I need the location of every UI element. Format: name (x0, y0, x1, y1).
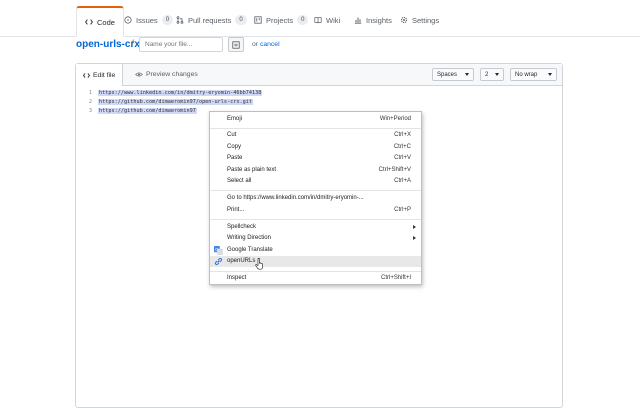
chevron-down-icon (548, 73, 552, 76)
context-menu: Emoji Win+Period Cut Ctrl+X Copy Ctrl+C … (209, 111, 422, 285)
line-number: 1 (88, 89, 92, 96)
filename-input[interactable] (139, 37, 223, 52)
menu-item-shortcut: Ctrl+P (394, 207, 411, 213)
tab-edit-file[interactable]: Edit file (76, 64, 124, 86)
tab-label: Issues (136, 15, 158, 25)
editor-toolbar: Edit file Preview changes Spaces 2 No wr… (76, 64, 562, 86)
menu-item-label: Google Translate (227, 247, 273, 253)
menu-item-openurls[interactable]: openURLs (210, 256, 421, 267)
indent-size-value: 2 (485, 71, 489, 78)
tab-label: Settings (412, 15, 440, 25)
line-number: 2 (88, 98, 92, 105)
menu-item-label: Select all (227, 178, 252, 184)
menu-item-cut[interactable]: Cut Ctrl+X (210, 130, 421, 141)
tab-label: Insights (366, 15, 392, 25)
chevron-down-icon (495, 73, 499, 76)
menu-item-label: Cut (227, 132, 237, 138)
line-text[interactable]: https://github.com/dimaeromin97/open-url… (98, 98, 254, 105)
menu-item-label: Spellcheck (227, 224, 257, 230)
menu-item-emoji[interactable]: Emoji Win+Period (210, 114, 421, 125)
menu-divider (210, 128, 421, 129)
link-icon (214, 257, 223, 266)
menu-item-label: Writing Direction (227, 235, 271, 241)
or-cancel: or cancel (252, 41, 280, 48)
menu-item-go-to[interactable]: Go to https://www.linkedin.com/in/dmitry… (210, 193, 421, 204)
menu-divider (210, 271, 421, 272)
eye-icon (135, 72, 143, 77)
menu-divider (210, 219, 421, 220)
wrap-mode-value: No wrap (515, 71, 538, 78)
file-format-icon (232, 40, 240, 49)
tab-settings[interactable]: Settings (392, 6, 447, 34)
project-icon (254, 16, 262, 24)
tab-label: Wiki (326, 15, 341, 25)
indent-mode-value: Spaces (437, 71, 458, 78)
menu-item-google-translate[interactable]: G Google Translate (210, 245, 421, 256)
tab-pull-requests[interactable]: Pull requests 0 (168, 6, 255, 34)
menu-item-inspect[interactable]: Inspect Ctrl+Shift+I (210, 273, 421, 284)
line-number: 3 (88, 107, 92, 114)
chevron-down-icon (465, 73, 469, 76)
svg-text:G: G (215, 247, 219, 252)
menu-divider (210, 190, 421, 191)
menu-item-shortcut: Ctrl+C (393, 144, 411, 150)
file-format-button[interactable] (228, 37, 244, 52)
tab-label: Projects (266, 15, 294, 25)
menu-item-label: Go to https://www.linkedin.com/in/dmitry… (227, 195, 364, 201)
chevron-right-icon (413, 225, 416, 229)
code-icon (85, 19, 93, 25)
preview-changes-label: Preview changes (146, 71, 198, 78)
menu-item-shortcut: Ctrl+X (394, 132, 411, 138)
tab-wiki[interactable]: Wiki (306, 6, 348, 34)
wrap-mode-select[interactable]: No wrap (510, 68, 557, 81)
menu-item-label: Copy (227, 144, 242, 150)
menu-item-writing-direction[interactable]: Writing Direction (210, 233, 421, 244)
or-text: or (252, 41, 259, 48)
code-icon (83, 72, 90, 78)
code-line[interactable]: 1 https://www.linkedin.com/in/dmitry-ery… (76, 88, 562, 97)
menu-item-print[interactable]: Print... Ctrl+P (210, 205, 421, 216)
menu-item-paste[interactable]: Paste Ctrl+V (210, 153, 421, 164)
menu-item-label: Emoji (227, 116, 243, 122)
menu-item-shortcut: Ctrl+Shift+V (378, 167, 411, 173)
menu-item-label: Paste (227, 155, 243, 161)
mouse-pointer-icon (255, 258, 263, 270)
menu-item-shortcut: Win+Period (379, 116, 411, 122)
google-translate-icon: G (214, 246, 223, 255)
pull-requests-counter: 0 (235, 15, 247, 25)
issue-icon (124, 16, 132, 24)
menu-item-shortcut: Ctrl+A (394, 178, 411, 184)
menu-item-copy[interactable]: Copy Ctrl+C (210, 142, 421, 153)
tab-label: Pull requests (188, 15, 232, 25)
cancel-link[interactable]: cancel (260, 41, 280, 48)
menu-item-shortcut: Ctrl+Shift+I (380, 275, 411, 281)
menu-item-label: Inspect (227, 275, 247, 281)
menu-item-paste-plain-text[interactable]: Paste as plain text Ctrl+Shift+V (210, 165, 421, 176)
graph-icon (354, 17, 362, 24)
tab-label: Code (97, 17, 115, 27)
indent-size-select[interactable]: 2 (480, 68, 504, 81)
menu-item-spellcheck[interactable]: Spellcheck (210, 222, 421, 233)
menu-item-label: Paste as plain text (227, 167, 277, 173)
code-line[interactable]: 2 https://github.com/dimaeromin97/open-u… (76, 97, 562, 106)
pull-request-icon (176, 16, 184, 24)
tab-preview-changes[interactable]: Preview changes (128, 64, 205, 85)
book-icon (314, 17, 322, 24)
repo-nav: Code Issues 0 Pull requests 0 Projects 0… (0, 0, 640, 37)
edit-file-label: Edit file (93, 71, 116, 79)
path-separator: / (131, 39, 134, 50)
menu-item-shortcut: Ctrl+V (394, 155, 411, 161)
line-text[interactable]: https://github.com/dimaeromin97 (98, 107, 197, 114)
gear-icon (400, 16, 408, 24)
indent-mode-select[interactable]: Spaces (432, 68, 474, 81)
chevron-right-icon (413, 236, 416, 240)
line-text[interactable]: https://www.linkedin.com/in/dmitry-eryom… (98, 89, 263, 96)
menu-item-select-all[interactable]: Select all Ctrl+A (210, 176, 421, 187)
menu-item-label: Print... (227, 207, 245, 213)
menu-item-label: openURLs (227, 258, 256, 264)
